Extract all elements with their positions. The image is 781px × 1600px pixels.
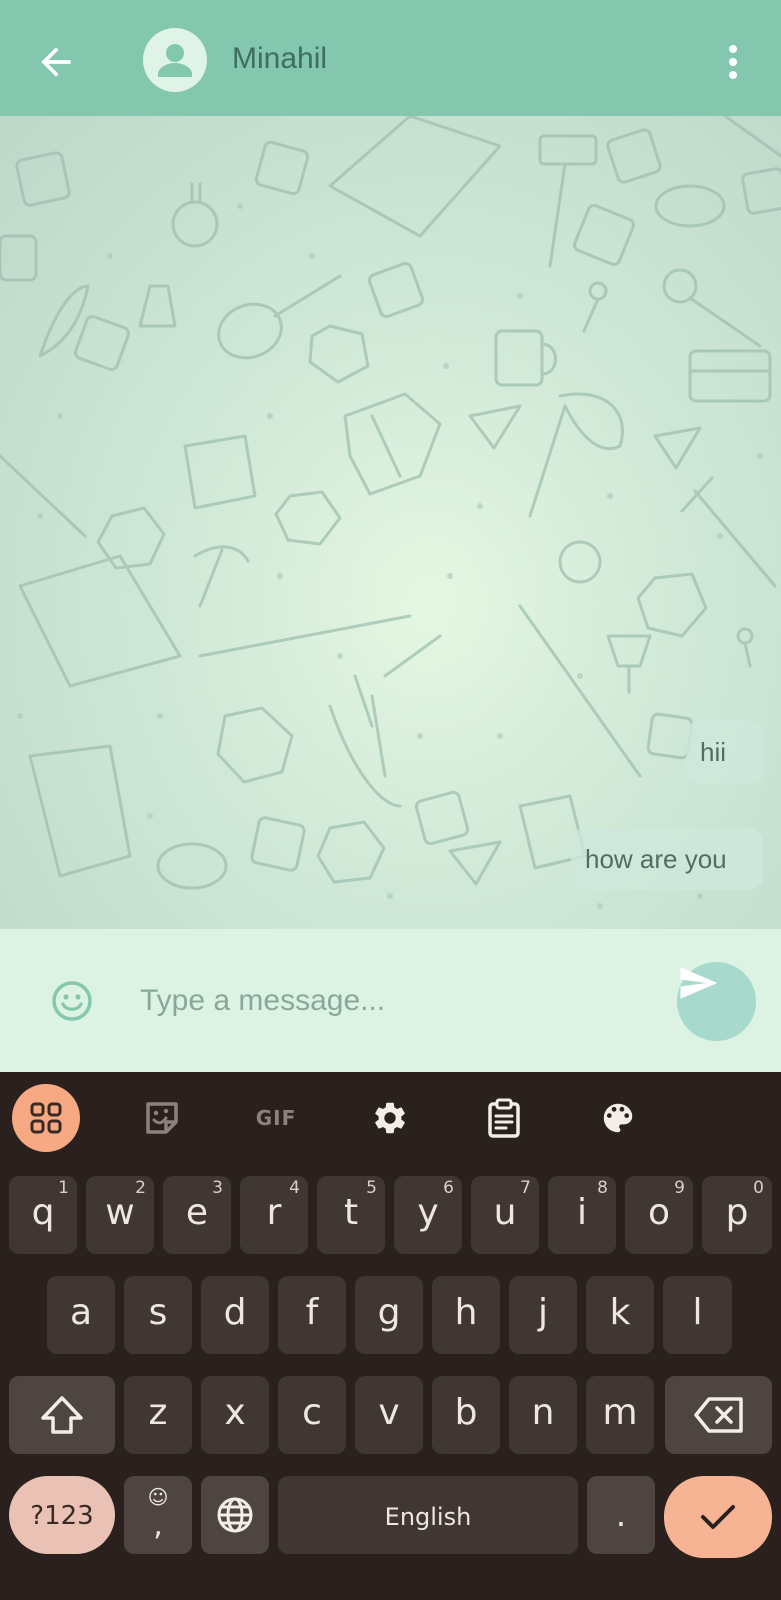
language-key[interactable]	[201, 1476, 269, 1554]
gif-icon: GIF	[255, 1106, 297, 1130]
key-n[interactable]: n	[509, 1376, 577, 1454]
key-k[interactable]: k	[586, 1276, 654, 1354]
send-button[interactable]	[677, 962, 756, 1041]
comma-char: ,	[153, 1508, 163, 1543]
back-button[interactable]	[34, 40, 78, 84]
more-options-button[interactable]	[718, 40, 748, 84]
emoji-smiley-hint: ☺	[147, 1485, 169, 1509]
period-key[interactable]: .	[587, 1476, 655, 1554]
key-x[interactable]: x	[201, 1376, 269, 1454]
key-y[interactable]: y6	[394, 1176, 462, 1254]
key-v[interactable]: v	[355, 1376, 423, 1454]
key-s[interactable]: s	[124, 1276, 192, 1354]
message-composer	[0, 929, 781, 1072]
avatar[interactable]	[143, 28, 207, 92]
key-j[interactable]: j	[509, 1276, 577, 1354]
chat-header: Minahil	[0, 0, 781, 116]
key-e[interactable]: e3	[163, 1176, 231, 1254]
key-z[interactable]: z	[124, 1376, 192, 1454]
key-a[interactable]: a	[47, 1276, 115, 1354]
key-r[interactable]: r4	[240, 1176, 308, 1254]
emoji-button[interactable]	[50, 979, 94, 1023]
person-icon	[158, 44, 192, 77]
contact-name[interactable]: Minahil	[232, 42, 327, 76]
smiley-icon	[52, 981, 92, 1021]
enter-key[interactable]	[664, 1476, 772, 1558]
on-screen-keyboard: GIF q1 w2 e3 r4 t5 y6 u7 i8 o9 p0 a s d …	[0, 1072, 781, 1600]
chat-wallpaper-doodles	[0, 116, 781, 909]
keyboard-settings-button[interactable]	[356, 1084, 424, 1152]
shift-arrow-icon	[41, 1396, 83, 1434]
emoji-comma-key[interactable]: ☺ ,	[124, 1476, 192, 1554]
keyboard-apps-button[interactable]	[12, 1084, 80, 1152]
globe-icon	[217, 1497, 253, 1533]
settings-gear-icon	[375, 1102, 405, 1134]
message-bubble-outgoing[interactable]: how are you	[571, 828, 763, 890]
chat-area[interactable]: hii how are you	[0, 116, 781, 929]
key-q[interactable]: q1	[9, 1176, 77, 1254]
keyboard-theme-button[interactable]	[584, 1084, 652, 1152]
key-l[interactable]: l	[663, 1276, 732, 1354]
symbols-key[interactable]: ?123	[9, 1476, 115, 1554]
backspace-icon	[693, 1397, 743, 1433]
keyboard-clipboard-button[interactable]	[470, 1084, 538, 1152]
keyboard-sticker-button[interactable]	[128, 1084, 196, 1152]
key-m[interactable]: m	[586, 1376, 654, 1454]
space-key[interactable]: English	[278, 1476, 578, 1554]
key-f[interactable]: f	[278, 1276, 346, 1354]
key-i[interactable]: i8	[548, 1176, 616, 1254]
key-g[interactable]: g	[355, 1276, 423, 1354]
key-p[interactable]: p0	[702, 1176, 772, 1254]
arrow-left-icon	[41, 47, 71, 77]
shift-key[interactable]	[9, 1376, 115, 1454]
sticker-icon	[146, 1102, 178, 1134]
checkmark-icon	[701, 1505, 735, 1529]
send-icon	[680, 967, 718, 999]
key-h[interactable]: h	[432, 1276, 500, 1354]
key-c[interactable]: c	[278, 1376, 346, 1454]
key-d[interactable]: d	[201, 1276, 269, 1354]
palette-icon	[603, 1103, 633, 1133]
more-vertical-icon	[729, 45, 737, 79]
key-w[interactable]: w2	[86, 1176, 154, 1254]
key-u[interactable]: u7	[471, 1176, 539, 1254]
message-bubble-outgoing[interactable]: hii	[686, 720, 764, 784]
keyboard-gif-button[interactable]: GIF	[242, 1084, 310, 1152]
backspace-key[interactable]	[665, 1376, 772, 1454]
message-input[interactable]	[140, 973, 640, 1029]
apps-grid-icon	[30, 1102, 62, 1134]
clipboard-icon	[488, 1098, 520, 1138]
key-t[interactable]: t5	[317, 1176, 385, 1254]
key-b[interactable]: b	[432, 1376, 500, 1454]
key-o[interactable]: o9	[625, 1176, 693, 1254]
